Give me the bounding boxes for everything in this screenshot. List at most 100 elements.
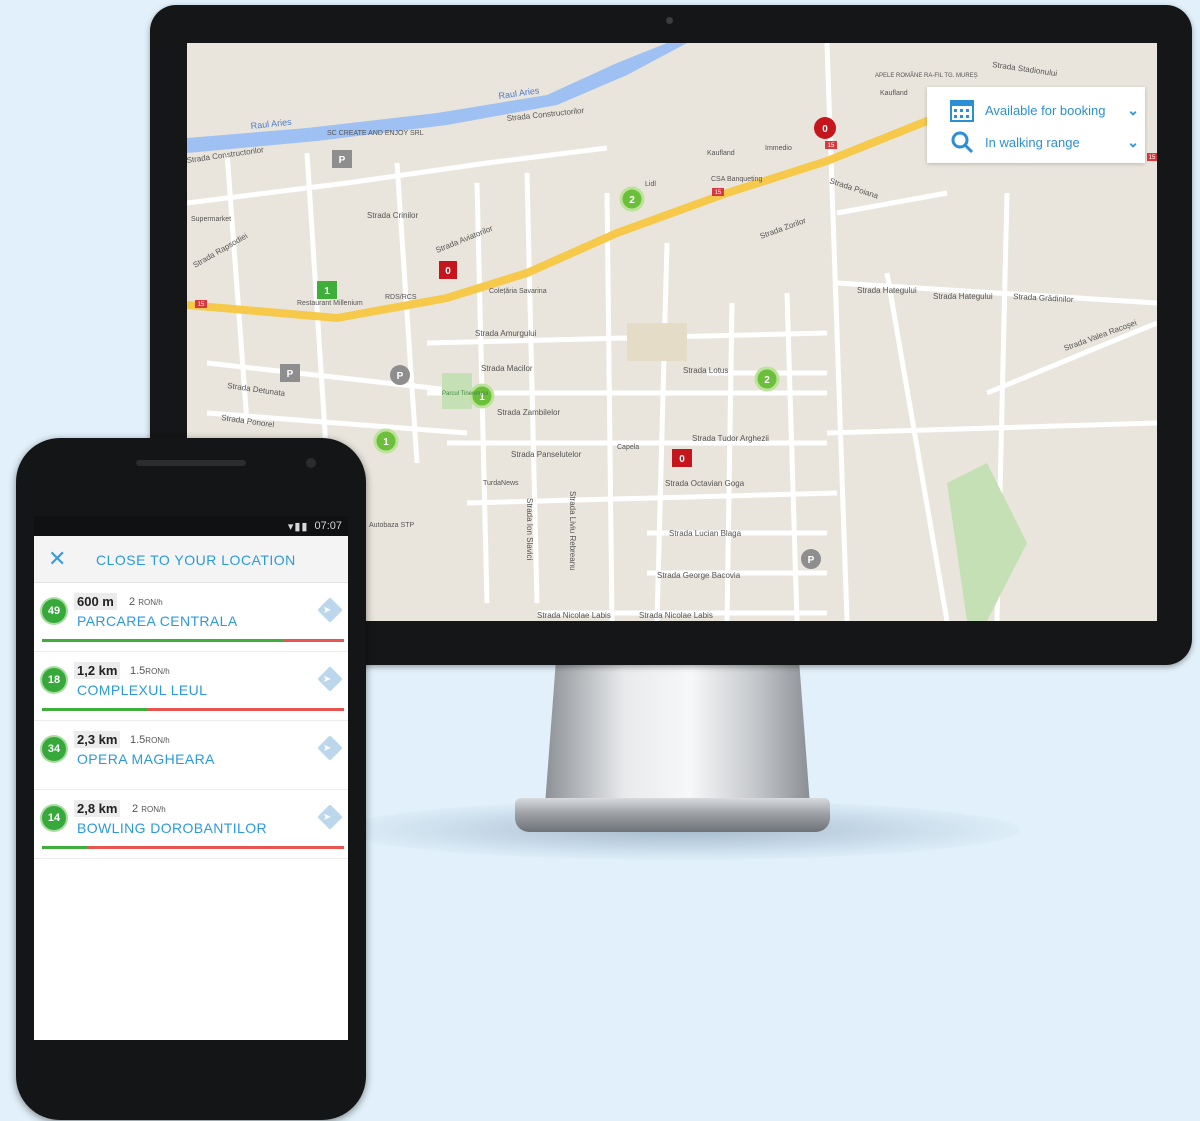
street-label: Strada Lotus	[683, 366, 728, 375]
close-icon[interactable]: ✕	[48, 546, 66, 572]
price: 2 RON/h	[129, 596, 163, 608]
street-label: Strada Aviatorilor	[434, 224, 494, 255]
marker-label: P	[339, 155, 346, 166]
street-label: Strada Octavian Goga	[665, 479, 745, 488]
calendar-icon	[950, 100, 974, 122]
street-label: Raul Aries	[250, 117, 292, 131]
street-label: Restaurant Millenium	[297, 300, 363, 307]
directions-icon[interactable]: ➤	[317, 597, 343, 623]
filter-label: In walking range	[985, 134, 1080, 150]
search-icon	[951, 131, 974, 154]
marker-label: 1	[324, 286, 330, 297]
street-label: Strada Panselutelor	[511, 450, 582, 459]
parking-name: BOWLING DOROBANTILOR	[77, 820, 268, 836]
spots-badge: 14	[42, 806, 66, 830]
directions-icon[interactable]: ➤	[317, 735, 343, 761]
street-label: Kaufland	[880, 90, 908, 97]
earpiece	[136, 460, 246, 466]
street-label: Strada George Bacovia	[657, 571, 741, 580]
page-title: CLOSE TO YOUR LOCATION	[96, 552, 296, 568]
street-label: Strada Liviu Rebreanu	[568, 491, 577, 571]
price: 2 RON/h	[132, 803, 166, 815]
price: 1.5RON/h	[130, 734, 170, 746]
parking-name: COMPLEXUL LEUL	[77, 682, 208, 698]
street-label: Autobaza STP	[369, 522, 414, 529]
street-label: Kaufland	[707, 150, 735, 157]
front-camera	[306, 458, 316, 468]
street-label: TurdaNews	[483, 480, 519, 487]
street-label: Colețăria Savarina	[489, 288, 547, 295]
road-shield-label: 15	[715, 190, 722, 196]
street-label: CSA Banqueting	[711, 176, 762, 183]
price: 1.5RON/h	[130, 665, 170, 677]
phone-screen: ▾▮▮ 07:07 ✕ CLOSE TO YOUR LOCATION 49 60…	[34, 516, 348, 1040]
marker-label: 2	[764, 375, 770, 386]
occupancy-bar	[42, 846, 344, 849]
wifi-signal-battery-icon: ▾▮▮	[287, 520, 309, 533]
chevron-down-icon[interactable]: ⌄	[1127, 134, 1139, 151]
marker-label: 0	[822, 124, 828, 135]
street-label: Immedio	[765, 145, 792, 152]
parking-name: OPERA MAGHEARA	[77, 751, 215, 767]
street-label: Capela	[617, 444, 639, 451]
street-label: Strada Stadionului	[992, 60, 1058, 78]
list-item[interactable]: 14 2,8 km 2 RON/h BOWLING DOROBANTILOR ➤	[34, 790, 348, 859]
directions-icon[interactable]: ➤	[317, 804, 343, 830]
street-label: Strada Lucian Blaga	[669, 529, 742, 538]
spots-badge: 34	[42, 737, 66, 761]
river	[187, 43, 687, 153]
directions-icon[interactable]: ➤	[317, 666, 343, 692]
street-label: Strada Crinilor	[367, 211, 418, 220]
street-label: Parcul Tineretului	[442, 391, 488, 397]
street-label: Strada Amurgului	[475, 329, 537, 338]
marker-label: 2	[629, 195, 635, 206]
street-label: Strada Rapsodiei	[192, 231, 250, 270]
road-shield-label: 15	[198, 302, 205, 308]
filter-walking-range[interactable]: In walking range ⌄	[949, 127, 1139, 157]
spots-badge: 49	[42, 599, 66, 623]
marker-label: 0	[679, 454, 685, 465]
status-bar: ▾▮▮ 07:07	[34, 516, 348, 536]
list-item[interactable]: 49 600 m 2 RON/h PARCAREA CENTRALA ➤	[34, 583, 348, 652]
app-header: ✕ CLOSE TO YOUR LOCATION	[34, 536, 348, 583]
street-label: Strada Hategului	[933, 292, 993, 301]
street-label: Strada Ion Slavici	[525, 498, 534, 560]
street-label: Lidl	[645, 181, 656, 188]
marker-label: P	[287, 369, 294, 380]
occupancy-bar	[42, 639, 344, 642]
street-label: APELE ROMÂNE RA-FIL TG. MUREȘ	[875, 72, 978, 79]
green-area	[947, 463, 1027, 621]
marker-label: P	[808, 555, 815, 566]
street-label: Strada Nicolae Labis	[639, 611, 713, 620]
distance: 1,2 km	[74, 662, 121, 679]
smartphone: ▾▮▮ 07:07 ✕ CLOSE TO YOUR LOCATION 49 60…	[16, 438, 366, 1120]
marker-label: 1	[383, 437, 389, 448]
occupancy-fill	[42, 708, 148, 711]
occupancy-bar	[42, 708, 344, 711]
occupancy-fill	[42, 846, 88, 849]
distance: 2,8 km	[74, 800, 121, 817]
status-time: 07:07	[314, 520, 342, 532]
street-label: Strada Zambilelor	[497, 408, 560, 417]
road-shield-label: 15	[1149, 155, 1156, 161]
road-shield-label: 15	[828, 143, 835, 149]
street-label: RDS/RCS	[385, 294, 417, 301]
spots-badge: 18	[42, 668, 66, 692]
filter-available-booking[interactable]: Available for booking ⌄	[949, 95, 1139, 125]
distance: 600 m	[74, 593, 117, 610]
street-label: Supermarket	[191, 216, 231, 223]
street-label: Strada Detunata	[227, 381, 286, 398]
street-label: Strada Zorilor	[759, 216, 808, 241]
chevron-down-icon[interactable]: ⌄	[1127, 102, 1139, 119]
street-label: Strada Hategului	[857, 286, 917, 295]
list-item[interactable]: 34 2,3 km 1.5RON/h OPERA MAGHEARA ➤	[34, 721, 348, 790]
street-label: Strada Nicolae Labis	[537, 611, 611, 620]
marker-label: 0	[445, 266, 451, 277]
street-label: SC CREATE AND ENJOY SRL	[327, 130, 424, 137]
monitor-stand-neck	[545, 665, 810, 805]
list-item[interactable]: 18 1,2 km 1.5RON/h COMPLEXUL LEUL ➤	[34, 652, 348, 721]
parking-name: PARCAREA CENTRALA	[77, 613, 238, 629]
occupancy-fill	[42, 639, 284, 642]
webcam	[666, 17, 673, 24]
street-label: Strada Grădinilor	[1013, 292, 1074, 304]
